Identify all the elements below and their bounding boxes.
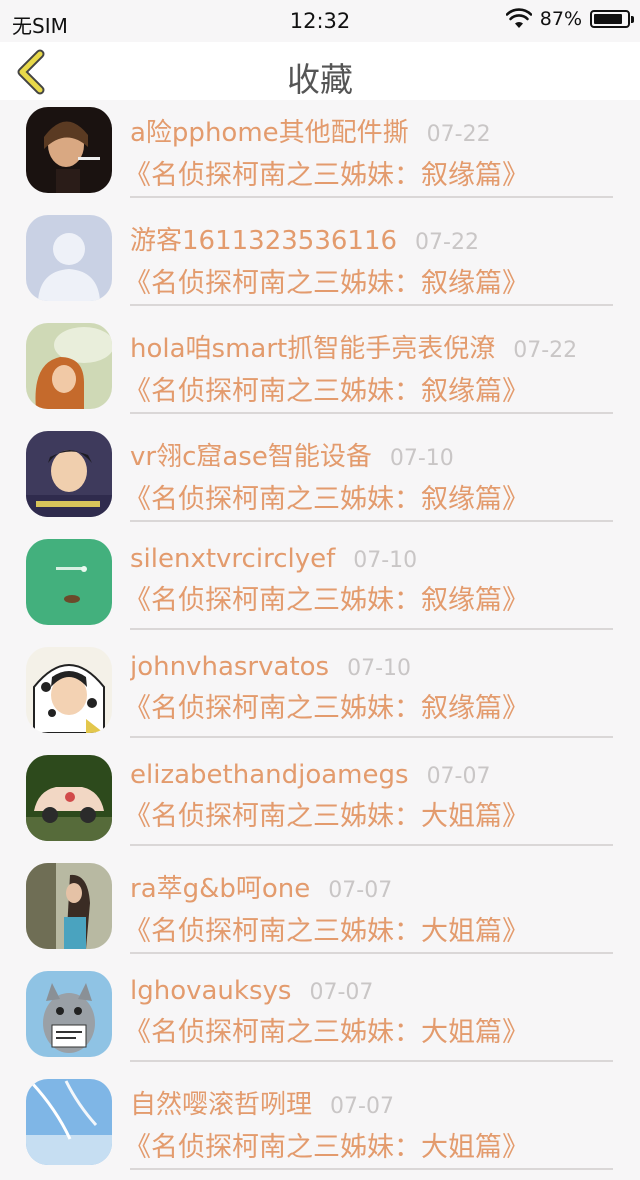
item-header: vr翎c窟ase智能设备 07-10 [130, 436, 613, 473]
battery-icon [590, 10, 634, 28]
item-title: 《名侦探柯南之三姊妹：大姐篇》 [124, 1017, 529, 1048]
item-date: 07-07 [309, 980, 374, 1005]
avatar-image [26, 323, 112, 409]
list-item[interactable]: ra萃g&b呵one 07-07 《名侦探柯南之三姊妹：大姐篇》 [0, 856, 640, 964]
item-text: 自然嘤滚哲咧理 07-07 《名侦探柯南之三姊妹：大姐篇》 [124, 1084, 613, 1170]
username: johnvhasrvatos [130, 652, 330, 682]
username: hola咱smart抓智能手亮表倪潦 [130, 334, 496, 364]
status-right: 87% [505, 8, 634, 30]
wifi-icon [505, 8, 532, 28]
item-date: 07-10 [347, 656, 412, 681]
item-date: 07-22 [415, 230, 479, 255]
item-date: 07-10 [389, 446, 454, 471]
list-item[interactable]: silenxtvrcirclyef 07-10 《名侦探柯南之三姊妹：叙缘篇》 [0, 532, 640, 640]
favorites-list: a险pphome其他配件撕 07-22 《名侦探柯南之三姊妹：叙缘篇》 游客16113… [0, 100, 640, 1180]
item-header: johnvhasrvatos 07-10 [130, 652, 613, 682]
list-item[interactable]: hola咱smart抓智能手亮表倪潦 07-22 《名侦探柯南之三姊妹：叙缘篇》 [0, 316, 640, 424]
username: ra萃g&b呵one [130, 874, 311, 904]
item-header: elizabethandjoamegs 07-07 [130, 760, 613, 790]
battery-fill [594, 14, 622, 24]
nav-bar: 收藏 [0, 42, 640, 100]
item-title: 《名侦探柯南之三姊妹：叙缘篇》 [124, 484, 529, 515]
avatar-image [26, 215, 112, 301]
list-item[interactable]: a险pphome其他配件撕 07-22 《名侦探柯南之三姊妹：叙缘篇》 [0, 100, 640, 208]
item-text: ra萃g&b呵one 07-07 《名侦探柯南之三姊妹：大姐篇》 [124, 868, 613, 954]
item-text: vr翎c窟ase智能设备 07-10 《名侦探柯南之三姊妹：叙缘篇》 [124, 436, 613, 522]
list-item[interactable]: elizabethandjoamegs 07-07 《名侦探柯南之三姊妹：大姐篇》 [0, 748, 640, 856]
item-header: ra萃g&b呵one 07-07 [130, 868, 613, 905]
avatar-image [26, 971, 112, 1057]
item-title: 《名侦探柯南之三姊妹：叙缘篇》 [124, 160, 529, 191]
item-date: 07-07 [328, 878, 393, 903]
item-header: lghovauksys 07-07 [130, 976, 613, 1006]
list-item[interactable]: lghovauksys 07-07 《名侦探柯南之三姊妹：大姐篇》 [0, 964, 640, 1072]
username: 游客1611323536116 [130, 226, 398, 256]
item-title: 《名侦探柯南之三姊妹：叙缘篇》 [124, 693, 529, 724]
avatar-blue-sky[interactable] [26, 1079, 112, 1165]
item-text: a险pphome其他配件撕 07-22 《名侦探柯南之三姊妹：叙缘篇》 [124, 112, 613, 198]
item-text: silenxtvrcirclyef 07-10 《名侦探柯南之三姊妹：叙缘篇》 [124, 544, 613, 630]
list-item[interactable]: 游客1611323536116 07-22 《名侦探柯南之三姊妹：叙缘篇》 [0, 208, 640, 316]
avatar-green[interactable] [26, 539, 112, 625]
list-item[interactable]: johnvhasrvatos 07-10 《名侦探柯南之三姊妹：叙缘篇》 [0, 640, 640, 748]
avatar-girl-umbrella[interactable] [26, 323, 112, 409]
avatar-image [26, 755, 112, 841]
username: a险pphome其他配件撕 [130, 118, 409, 148]
status-bar: 无SIM 12:32 87% [0, 0, 640, 42]
username: lghovauksys [130, 976, 292, 1006]
item-date: 07-22 [513, 338, 578, 363]
battery-percent: 87% [539, 8, 582, 30]
item-text: hola咱smart抓智能手亮表倪潦 07-22 《名侦探柯南之三姊妹：叙缘篇》 [124, 328, 613, 414]
page-title: 收藏 [287, 60, 353, 99]
username: elizabethandjoamegs [130, 760, 409, 790]
avatar-anime-hoodie[interactable] [26, 647, 112, 733]
avatar-image [26, 647, 112, 733]
item-text: elizabethandjoamegs 07-07 《名侦探柯南之三姊妹：大姐篇》 [124, 760, 613, 846]
item-header: 游客1611323536116 07-22 [130, 220, 613, 257]
item-title: 《名侦探柯南之三姊妹：叙缘篇》 [124, 585, 529, 616]
item-text: 游客1611323536116 07-22 《名侦探柯南之三姊妹：叙缘篇》 [124, 220, 613, 306]
item-title: 《名侦探柯南之三姊妹：叙缘篇》 [124, 376, 529, 407]
item-title: 《名侦探柯南之三姊妹：大姐篇》 [124, 1132, 529, 1163]
username: vr翎c窟ase智能设备 [130, 442, 372, 472]
item-date: 07-07 [426, 764, 491, 789]
avatar-image [26, 431, 112, 517]
avatar-image [26, 107, 112, 193]
avatar-boy-portrait[interactable] [26, 431, 112, 517]
avatar-image [26, 539, 112, 625]
item-date: 07-10 [353, 548, 418, 573]
list-item[interactable]: vr翎c窟ase智能设备 07-10 《名侦探柯南之三姊妹：叙缘篇》 [0, 424, 640, 532]
avatar-default-silhouette[interactable] [26, 215, 112, 301]
avatar-toy-car[interactable] [26, 755, 112, 841]
username: 自然嘤滚哲咧理 [130, 1090, 313, 1120]
avatar-dark-portrait[interactable] [26, 107, 112, 193]
item-header: silenxtvrcirclyef 07-10 [130, 544, 613, 574]
avatar-woman-outdoor[interactable] [26, 863, 112, 949]
avatar-image [26, 1079, 112, 1165]
avatar-image [26, 863, 112, 949]
username: silenxtvrcirclyef [130, 544, 336, 574]
item-title: 《名侦探柯南之三姊妹：大姐篇》 [124, 801, 529, 832]
item-title: 《名侦探柯南之三姊妹：叙缘篇》 [124, 268, 529, 299]
item-text: johnvhasrvatos 07-10 《名侦探柯南之三姊妹：叙缘篇》 [124, 652, 613, 738]
item-date: 07-22 [426, 122, 491, 147]
item-header: a险pphome其他配件撕 07-22 [130, 112, 613, 149]
avatar-cat-sign[interactable] [26, 971, 112, 1057]
list-item[interactable]: 自然嘤滚哲咧理 07-07 《名侦探柯南之三姊妹：大姐篇》 [0, 1072, 640, 1180]
item-title: 《名侦探柯南之三姊妹：大姐篇》 [124, 916, 529, 947]
item-text: lghovauksys 07-07 《名侦探柯南之三姊妹：大姐篇》 [124, 976, 613, 1062]
item-header: hola咱smart抓智能手亮表倪潦 07-22 [130, 328, 613, 365]
item-date: 07-07 [330, 1094, 394, 1119]
item-header: 自然嘤滚哲咧理 07-07 [130, 1084, 613, 1121]
